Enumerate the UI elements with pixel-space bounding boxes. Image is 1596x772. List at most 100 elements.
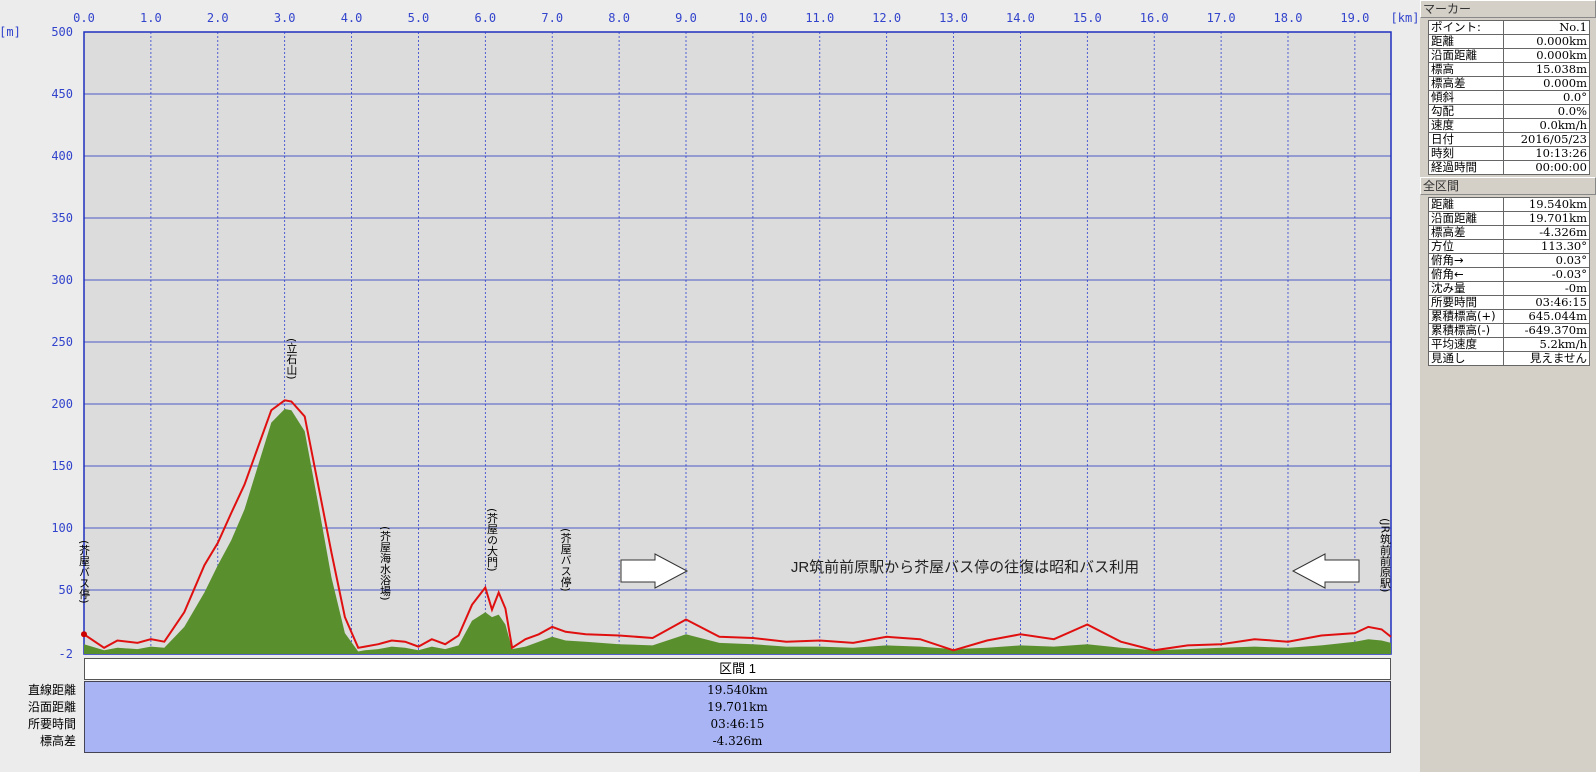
total-row: 見通し 見えません	[1428, 351, 1590, 366]
marker-value: 2016/05/23	[1503, 132, 1590, 147]
x-tick-label: 12.0	[872, 11, 901, 25]
y-tick-label: 400	[51, 149, 73, 163]
annotation-label: (立石山)	[285, 338, 298, 380]
marker-table: ポイント: No.1 距離 0.000km 沿面距離 0.000km 標高 15.038m 標高…	[1428, 20, 1590, 175]
x-tick-label: 2.0	[207, 11, 229, 25]
total-table: 距離 19.540km 沿面距離 19.701km 標高差 -4.326m 方位 113.30…	[1428, 197, 1590, 366]
marker-row: 速度 0.0km/h	[1428, 118, 1590, 133]
total-key: 俯角→	[1428, 253, 1504, 268]
marker-row: 日付 2016/05/23	[1428, 132, 1590, 147]
marker-key: 日付	[1428, 132, 1504, 147]
total-key: 方位	[1428, 239, 1504, 254]
marker-key: 標高	[1428, 62, 1504, 77]
row-label-straight-distance: 直線距離	[27, 683, 76, 697]
total-row: 累積標高(-) -649.370m	[1428, 323, 1590, 338]
y-tick-label: 250	[51, 335, 73, 349]
marker-value: 0.0°	[1503, 90, 1590, 105]
marker-value: 0.000km	[1503, 34, 1590, 49]
row-label-elevation-diff: 標高差	[39, 734, 76, 748]
marker-value: 10:13:26	[1503, 146, 1590, 161]
marker-row: ポイント: No.1	[1428, 20, 1590, 35]
x-tick-label: 15.0	[1073, 11, 1102, 25]
annotation-label: (JR筑前前原駅)	[1378, 518, 1391, 592]
x-tick-label: 3.0	[274, 11, 296, 25]
marker-row: 距離 0.000km	[1428, 34, 1590, 49]
x-tick-label: 8.0	[608, 11, 630, 25]
x-tick-label: 19.0	[1340, 11, 1369, 25]
info-panel: マーカー ポイント: No.1 距離 0.000km 沿面距離 0.000km 標高 15.0…	[1420, 0, 1596, 772]
annotation-label: (芥屋の大門)	[486, 508, 499, 572]
total-key: 沿面距離	[1428, 211, 1504, 226]
marker-row: 標高 15.038m	[1428, 62, 1590, 77]
marker-key: 沿面距離	[1428, 48, 1504, 63]
y-tick-label: 300	[51, 273, 73, 287]
marker-key: 時刻	[1428, 146, 1504, 161]
marker-value: No.1	[1503, 20, 1590, 35]
marker-value: 0.0km/h	[1503, 118, 1590, 133]
x-tick-label: 10.0	[738, 11, 767, 25]
x-tick-label: 18.0	[1274, 11, 1303, 25]
x-tick-label: 17.0	[1207, 11, 1236, 25]
total-key: 俯角←	[1428, 267, 1504, 282]
marker-key: 経過時間	[1428, 160, 1504, 175]
marker-row: 時刻 10:13:26	[1428, 146, 1590, 161]
y-tick-label: 150	[51, 459, 73, 473]
total-row: 俯角← -0.03°	[1428, 267, 1590, 282]
total-row: 平均速度 5.2km/h	[1428, 337, 1590, 352]
chart-area: 0.0 1.0 2.0 3.0 4.0 5.0 6.0 7.0 8.0 9.0 10.0 11.0 12…	[0, 0, 1420, 772]
marker-key: 標高差	[1428, 76, 1504, 91]
x-tick-label: 9.0	[675, 11, 697, 25]
y-tick-label: 350	[51, 211, 73, 225]
total-value: 5.2km/h	[1503, 337, 1590, 352]
route-note: JR筑前前原駅から芥屋バス停の往復は昭和バス利用	[791, 559, 1139, 576]
marker-key: ポイント:	[1428, 20, 1504, 35]
total-row: 距離 19.540km	[1428, 197, 1590, 212]
marker-key: 傾斜	[1428, 90, 1504, 105]
marker-value: 0.0%	[1503, 104, 1590, 119]
total-key: 累積標高(+)	[1428, 309, 1504, 324]
total-key: 標高差	[1428, 225, 1504, 240]
y-tick-label: 450	[51, 87, 73, 101]
marker-key: 距離	[1428, 34, 1504, 49]
total-key: 見通し	[1428, 351, 1504, 366]
total-key: 平均速度	[1428, 337, 1504, 352]
total-row: 沿面距離 19.701km	[1428, 211, 1590, 226]
y-unit-label: [m]	[0, 25, 21, 39]
marker-header[interactable]: マーカー	[1420, 0, 1596, 18]
annotation-label: (芥屋海水浴場)	[378, 526, 391, 601]
total-value: -0.03°	[1503, 267, 1590, 282]
total-value: 645.044m	[1503, 309, 1590, 324]
total-value: 19.540km	[1503, 197, 1590, 212]
x-tick-label: 13.0	[939, 11, 968, 25]
row-label-surface-distance: 沿面距離	[27, 700, 76, 714]
elevation-chart[interactable]: 0.0 1.0 2.0 3.0 4.0 5.0 6.0 7.0 8.0 9.0 10.0 11.0 12…	[0, 0, 1420, 660]
marker-row: 勾配 0.0%	[1428, 104, 1590, 119]
x-tick-label: 4.0	[341, 11, 363, 25]
annotation-label: (芥屋バス停)	[559, 528, 572, 592]
marker-value: 0.000m	[1503, 76, 1590, 91]
section-table: 19.540km 19.701km 03:46:15 -4.326m	[84, 681, 1391, 753]
marker-value: 00:00:00	[1503, 160, 1590, 175]
total-value: -649.370m	[1503, 323, 1590, 338]
x-tick-label: 16.0	[1140, 11, 1169, 25]
x-tick-label: 14.0	[1006, 11, 1035, 25]
total-value: 113.30°	[1503, 239, 1590, 254]
total-value: 03:46:15	[1503, 295, 1590, 310]
total-value: 0.03°	[1503, 253, 1590, 268]
total-key: 累積標高(-)	[1428, 323, 1504, 338]
duration-value: 03:46:15	[710, 717, 765, 731]
total-row: 方位 113.30°	[1428, 239, 1590, 254]
total-row: 俯角→ 0.03°	[1428, 253, 1590, 268]
total-value: -0m	[1503, 281, 1590, 296]
total-row: 所要時間 03:46:15	[1428, 295, 1590, 310]
marker-row: 標高差 0.000m	[1428, 76, 1590, 91]
section-header[interactable]: 区間 1	[84, 658, 1391, 680]
marker-key: 速度	[1428, 118, 1504, 133]
y-tick-label: 200	[51, 397, 73, 411]
total-key: 所要時間	[1428, 295, 1504, 310]
marker-value: 15.038m	[1503, 62, 1590, 77]
marker-row: 経過時間 00:00:00	[1428, 160, 1590, 175]
total-key: 沈み量	[1428, 281, 1504, 296]
total-header[interactable]: 全区間	[1420, 177, 1596, 195]
x-tick-label: 11.0	[805, 11, 834, 25]
